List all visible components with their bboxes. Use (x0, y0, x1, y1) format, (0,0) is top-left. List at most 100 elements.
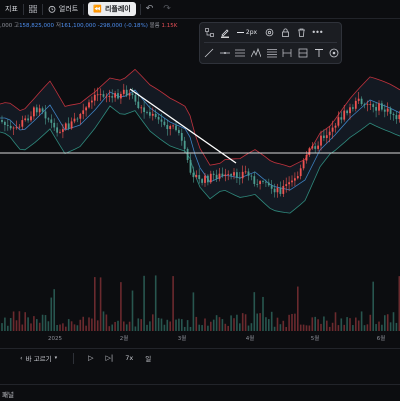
volume-bar (297, 287, 299, 331)
replay-button[interactable]: ⏪ 리플레이 (88, 2, 135, 16)
ohlc-legend: ,000 고158,825,000 저161,100,000 -298,000 … (0, 21, 177, 29)
range-tool[interactable] (296, 46, 310, 60)
volume-bar (36, 319, 38, 331)
delete-button[interactable] (294, 26, 308, 40)
volume-bar (143, 276, 145, 331)
volume-bar (16, 320, 18, 331)
candle-body (187, 149, 189, 160)
indicators-button[interactable]: 지표 (0, 2, 23, 16)
lock-button[interactable] (278, 26, 292, 40)
layout-grid-button[interactable] (24, 2, 42, 16)
candle-body (152, 114, 154, 116)
volume-bar (341, 318, 343, 331)
step-forward-button[interactable]: ▷| (100, 351, 120, 365)
x-axis-label: 2월 (120, 334, 129, 342)
volume-bar (106, 314, 108, 331)
measure-tool[interactable] (280, 46, 294, 60)
candle-body (210, 174, 212, 183)
speed-button[interactable]: 7x (119, 351, 139, 365)
volume-bar (33, 316, 35, 331)
speed-label: 7x (125, 354, 133, 362)
gear-icon (265, 28, 274, 37)
replay-control-bar: ‹ 바 고르기 ▾ ▷ ▷| 7x 일 (0, 348, 400, 367)
volume-bar (56, 325, 58, 331)
volume-bar (225, 324, 227, 331)
candle-body (332, 128, 334, 132)
candle-body (53, 123, 55, 128)
more-options-button[interactable]: ••• (310, 26, 324, 40)
horizontal-line-tool[interactable] (218, 46, 232, 60)
volume-bar (4, 318, 6, 331)
volume-bar (396, 323, 398, 331)
period-button[interactable]: 일 (139, 351, 157, 365)
line-color-button[interactable] (218, 26, 232, 40)
volume-bar (80, 320, 82, 331)
redo-button[interactable]: ↷ (158, 2, 176, 16)
candle-body (42, 108, 44, 111)
volume-bar (175, 320, 177, 331)
volume-bar (68, 319, 70, 331)
target-tool[interactable] (327, 46, 341, 60)
volume-bar (230, 315, 232, 331)
candle-body (343, 111, 345, 120)
candle-body (193, 173, 195, 177)
replay-label: 리플레이 (105, 4, 131, 14)
play-button[interactable]: ▷ (82, 351, 99, 365)
volume-bar (152, 314, 154, 331)
volume-bar (361, 311, 363, 331)
volume-bar (94, 277, 96, 331)
volume-bar (42, 315, 44, 331)
candle-body (375, 107, 377, 111)
trash-icon (297, 28, 306, 37)
volume-bar (71, 321, 73, 331)
volume-bar (10, 318, 12, 331)
candle-body (65, 123, 67, 129)
candle-body (158, 117, 160, 120)
volume-bars (1, 275, 400, 331)
volume-bar (27, 317, 29, 331)
undo-button[interactable]: ↶ (141, 2, 159, 16)
volume-bar (256, 314, 258, 331)
redo-icon: ↷ (163, 4, 171, 14)
candle-body (137, 102, 139, 108)
trend-line-tool[interactable] (202, 46, 216, 60)
channel-tool[interactable] (233, 46, 247, 60)
volume-bar (100, 277, 102, 331)
pattern-tool[interactable] (249, 46, 263, 60)
volume-bar (59, 325, 61, 331)
candle-body (358, 99, 360, 101)
candle-body (24, 118, 26, 120)
open-value-fragment: ,000 (0, 23, 12, 29)
candle-body (140, 107, 142, 108)
volume-bar (274, 327, 276, 331)
volume-bar (222, 319, 224, 331)
candle-body (251, 176, 253, 177)
alerts-button[interactable]: 얼러트 (43, 2, 83, 16)
bottom-panel-tab[interactable]: 패널 (2, 389, 14, 399)
volume-bar (158, 318, 160, 331)
candle-body (297, 176, 299, 178)
candle-body (94, 95, 96, 101)
fib-tool[interactable] (265, 46, 279, 60)
candle-body (56, 127, 58, 132)
goto-bar-button[interactable]: ‹ 바 고르기 ▾ (14, 351, 63, 365)
settings-button[interactable] (262, 26, 276, 40)
volume-bar (169, 321, 171, 331)
lock-icon (281, 28, 290, 37)
candle-body (13, 128, 15, 129)
line-width-button[interactable]: 2px (234, 26, 260, 40)
text-tool[interactable] (312, 46, 326, 60)
candle-body (120, 94, 122, 99)
top-toolbar: 지표 얼러트 ⏪ 리플레이 ↶ ↷ (0, 0, 400, 19)
candle-body (259, 181, 261, 184)
line-width-icon (237, 32, 244, 34)
candle-body (381, 103, 383, 109)
candle-body (4, 122, 6, 125)
volume-bar (24, 312, 26, 331)
object-tree-button[interactable] (202, 26, 216, 40)
volume-bar (146, 325, 148, 331)
volume-bar (378, 322, 380, 331)
candle-body (30, 116, 32, 120)
candle-body (39, 108, 41, 112)
candle-body (108, 96, 110, 97)
